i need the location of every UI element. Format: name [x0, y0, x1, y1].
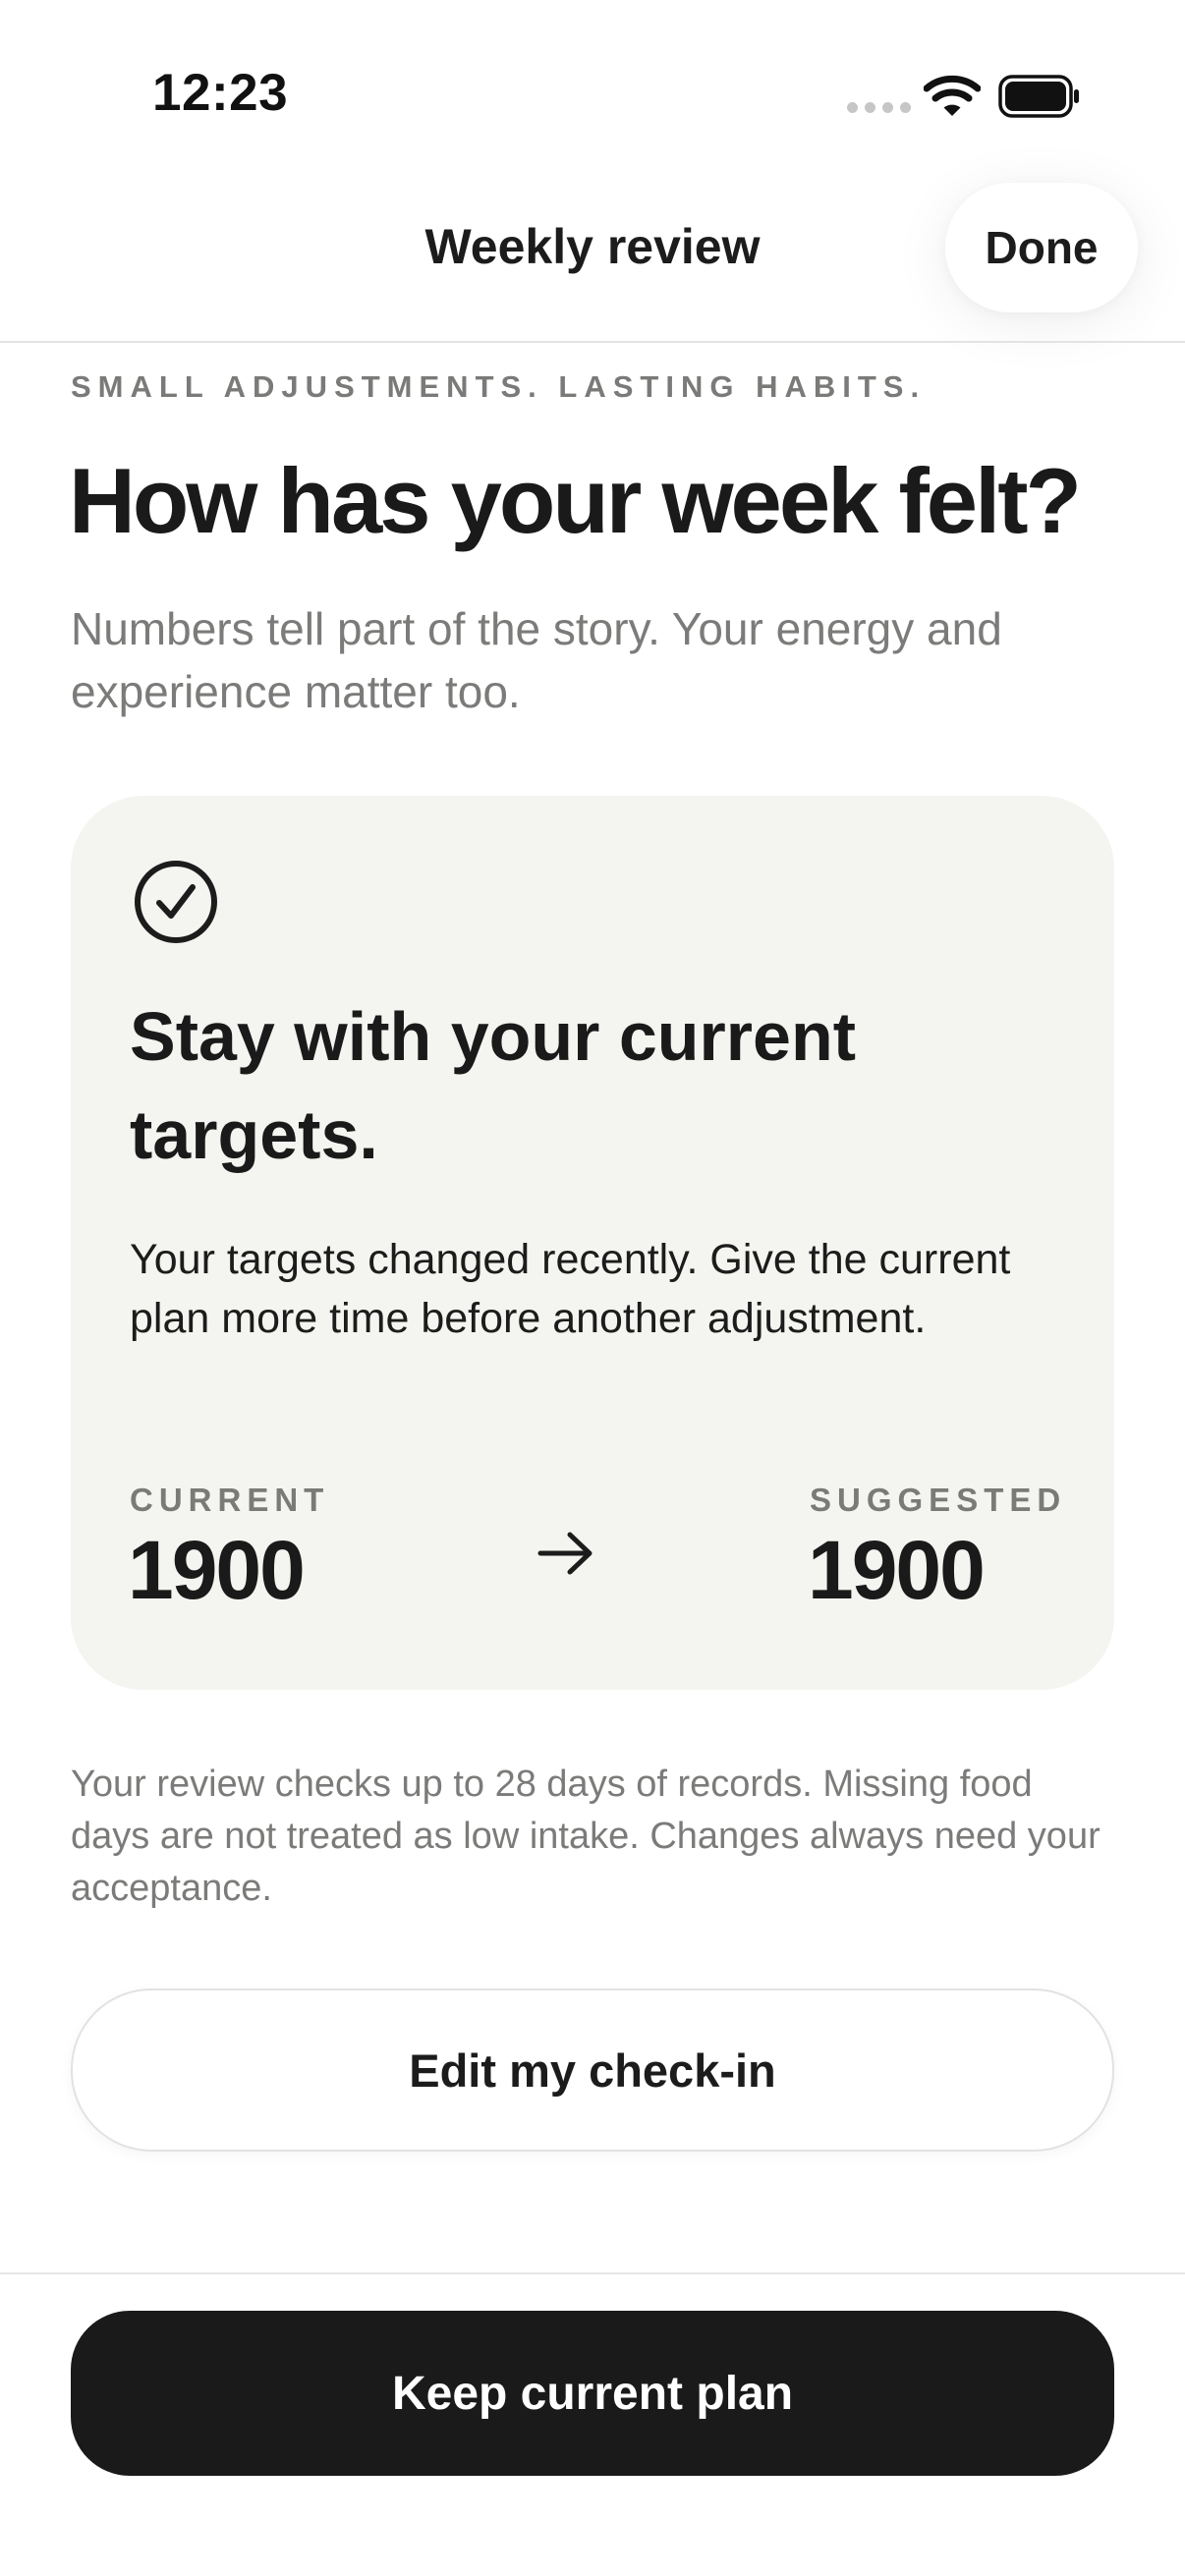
- header-divider: [0, 341, 1185, 343]
- current-value: 1900: [128, 1524, 306, 1616]
- recommendation-body: Your targets changed recently. Give the …: [130, 1236, 1011, 1342]
- wifi-icon: [923, 73, 982, 123]
- bottom-divider: [0, 2272, 1185, 2274]
- review-footnote: Your review checks up to 28 days of reco…: [71, 1764, 1100, 1909]
- recommendation-title: Stay with your current targets.: [130, 998, 857, 1173]
- eyebrow-text: SMALL ADJUSTMENTS. LASTING HABITS.: [71, 369, 927, 404]
- arrow-right-icon: [536, 1529, 595, 1583]
- suggested-value: 1900: [808, 1524, 986, 1616]
- check-circle-icon: [134, 860, 218, 949]
- keep-current-plan-button[interactable]: Keep current plan: [71, 2311, 1114, 2476]
- page-subtitle: Numbers tell part of the story. Your ene…: [71, 603, 1002, 717]
- page-title: How has your week felt?: [69, 449, 1082, 552]
- cellular-dots-icon: [847, 102, 911, 113]
- edit-check-in-button[interactable]: Edit my check-in: [71, 1988, 1114, 2152]
- suggested-label: SUGGESTED: [810, 1482, 1067, 1518]
- done-button[interactable]: Done: [945, 183, 1138, 312]
- status-time: 12:23: [152, 64, 289, 122]
- battery-icon: [998, 75, 1081, 123]
- current-label: CURRENT: [130, 1482, 330, 1518]
